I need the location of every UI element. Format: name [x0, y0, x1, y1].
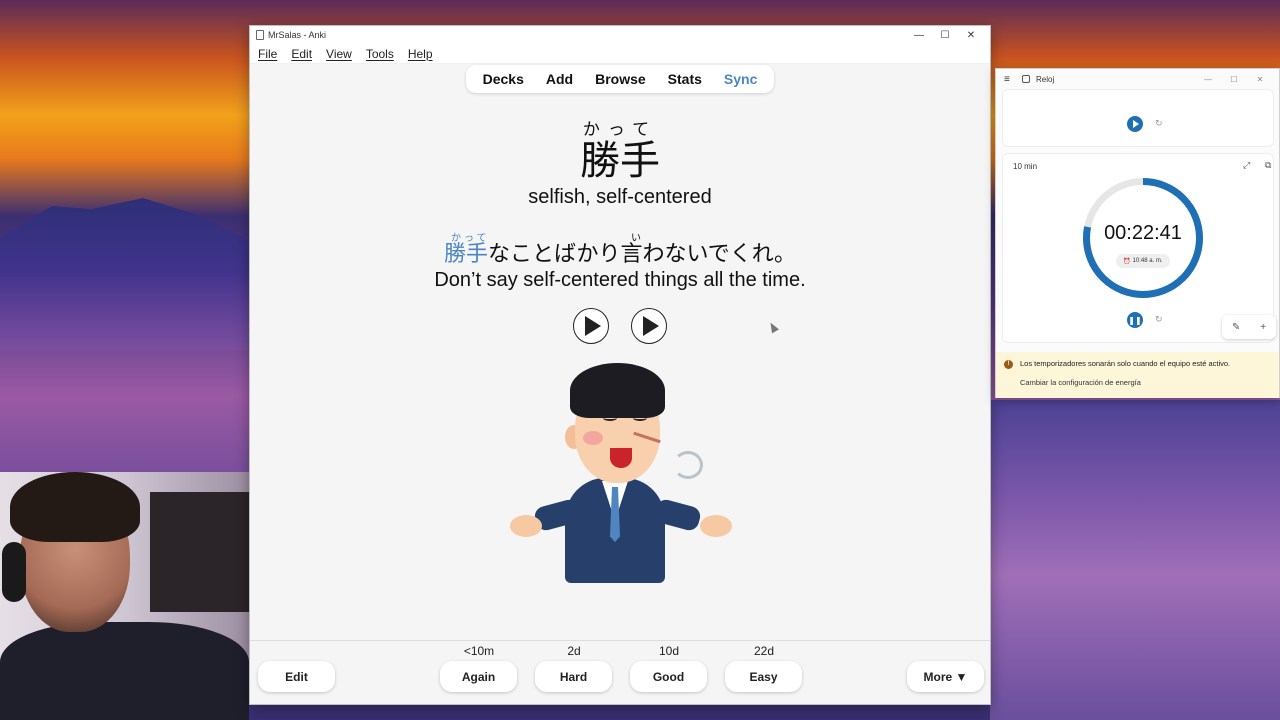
menu-tools[interactable]: Tools: [366, 47, 394, 61]
anki-window: MrSalas - Anki — ☐ ✕ File Edit View Tool…: [249, 25, 991, 705]
minimize-icon[interactable]: —: [906, 30, 932, 41]
webcam-person-shirt: [0, 622, 249, 720]
illustration-hair: [570, 363, 665, 418]
sentence-rest: なことばかり言わないでくれ。: [488, 241, 797, 266]
timer-reset-icon-active[interactable]: ↻: [1155, 314, 1163, 325]
timer-end-time: ⏰ 10:48 a. m.: [1116, 254, 1170, 268]
clock-close-icon[interactable]: ✕: [1247, 75, 1273, 84]
illustration-eye-right: [633, 415, 647, 421]
example-sentence: 勝手なことばかり言わないでくれ。: [250, 241, 990, 267]
illustration-mouth: [610, 448, 632, 468]
timer-label: 10 min: [1013, 162, 1038, 171]
card-content: かって 勝手 selfish, self-centered かって い 勝手なこ…: [250, 115, 990, 344]
warning-icon: !: [1004, 360, 1013, 369]
clock-minimize-icon[interactable]: —: [1195, 75, 1221, 84]
clock-window-title: Reloj: [1036, 74, 1055, 84]
answer-bar: <10m 2d 10d 22d Edit Again Hard Good Eas…: [250, 640, 990, 704]
sentence-furigana-1: かって: [451, 233, 490, 244]
expand-icon[interactable]: ⤢: [1243, 160, 1250, 171]
webcam-shelf: [150, 492, 249, 612]
anki-app-icon: [256, 30, 264, 40]
timer-card-previous: ↻: [1002, 89, 1274, 147]
timer-end-time-text: 10:48 a. m.: [1132, 258, 1163, 264]
nav-stats[interactable]: Stats: [657, 69, 713, 89]
menu-edit[interactable]: Edit: [291, 47, 312, 61]
play-word-audio-button[interactable]: [573, 308, 609, 344]
sentence-translation: Don’t say self-centered things all the t…: [434, 269, 806, 291]
easy-button[interactable]: Easy: [725, 661, 802, 692]
webcam-overlay: [0, 472, 249, 720]
illustration-hand-right: [700, 515, 732, 537]
sentence-furigana: かって い: [250, 229, 990, 244]
headset-icon: [2, 542, 26, 602]
illustration-blush: [583, 431, 603, 445]
edit-button[interactable]: Edit: [258, 661, 335, 692]
edit-pencil-icon[interactable]: ✎: [1232, 322, 1240, 333]
audio-controls: [250, 308, 990, 344]
clock-maximize-icon[interactable]: ☐: [1221, 75, 1247, 84]
interval-hard: 2d: [567, 644, 581, 658]
top-nav-wrapper: Decks Add Browse Stats Sync: [250, 65, 990, 93]
sentence-highlight: 勝手: [443, 241, 488, 266]
maximize-icon[interactable]: ☐: [932, 30, 958, 41]
clock-window: ≡ Reloj — ☐ ✕ ↻ 10 min ⤢ ⧉ 00:22:41 ⏰ 10…: [995, 68, 1280, 398]
word-meaning: selfish, self-centered: [528, 186, 712, 208]
hard-button[interactable]: Hard: [535, 661, 612, 692]
clock-window-controls: — ☐ ✕: [1195, 69, 1273, 89]
timer-reset-icon[interactable]: ↻: [1155, 118, 1163, 129]
desktop-wallpaper: [0, 198, 260, 350]
notice-message: Los temporizadores sonarán solo cuando e…: [1020, 359, 1231, 368]
power-notice: ! Los temporizadores sonarán solo cuando…: [996, 352, 1279, 398]
more-button[interactable]: More ▼: [907, 661, 984, 692]
compact-overlay-icon[interactable]: ⧉: [1265, 160, 1271, 171]
nav-decks[interactable]: Decks: [472, 69, 535, 89]
clock-titlebar[interactable]: ≡ Reloj — ☐ ✕: [996, 69, 1279, 89]
again-button[interactable]: Again: [440, 661, 517, 692]
sentence-furigana-2: い: [631, 233, 641, 244]
nav-add[interactable]: Add: [535, 69, 584, 89]
illustration-hand-left: [510, 515, 542, 537]
timer-pause-button[interactable]: ❚❚: [1127, 312, 1143, 328]
window-title: MrSalas - Anki: [268, 30, 327, 40]
desktop-wallpaper-right: [990, 400, 1280, 720]
word-reading: かって: [582, 120, 658, 139]
anki-titlebar[interactable]: MrSalas - Anki — ☐ ✕: [250, 26, 990, 44]
timer-remaining: 00:22:41: [1104, 222, 1182, 244]
menu-view[interactable]: View: [326, 47, 352, 61]
play-sentence-audio-button[interactable]: [631, 308, 667, 344]
interval-good: 10d: [658, 644, 680, 658]
window-controls: — ☐ ✕: [906, 26, 984, 44]
nav-browse[interactable]: Browse: [584, 69, 657, 89]
card-illustration: [505, 363, 740, 588]
timer-play-button[interactable]: [1127, 116, 1143, 132]
menu-file[interactable]: File: [258, 47, 277, 61]
add-plus-icon[interactable]: +: [1260, 322, 1266, 333]
nav-sync[interactable]: Sync: [713, 69, 768, 89]
illustration-eye-left: [603, 415, 617, 421]
power-settings-link[interactable]: Cambiar la configuración de energía: [1020, 378, 1141, 387]
menu-bar: File Edit View Tools Help: [250, 44, 990, 64]
menu-help[interactable]: Help: [408, 47, 433, 61]
interval-easy: 22d: [753, 644, 775, 658]
top-nav: Decks Add Browse Stats Sync: [465, 65, 775, 93]
close-icon[interactable]: ✕: [958, 30, 984, 41]
interval-again: <10m: [463, 644, 495, 658]
good-button[interactable]: Good: [630, 661, 707, 692]
word-kanji: 勝手: [580, 138, 660, 184]
illustration-breath-puff: [673, 451, 703, 479]
timer-actions: ✎ +: [1222, 315, 1276, 339]
hamburger-menu-icon[interactable]: ≡: [1004, 74, 1014, 85]
clock-app-icon: [1022, 75, 1030, 83]
webcam-person-hair: [10, 472, 140, 542]
